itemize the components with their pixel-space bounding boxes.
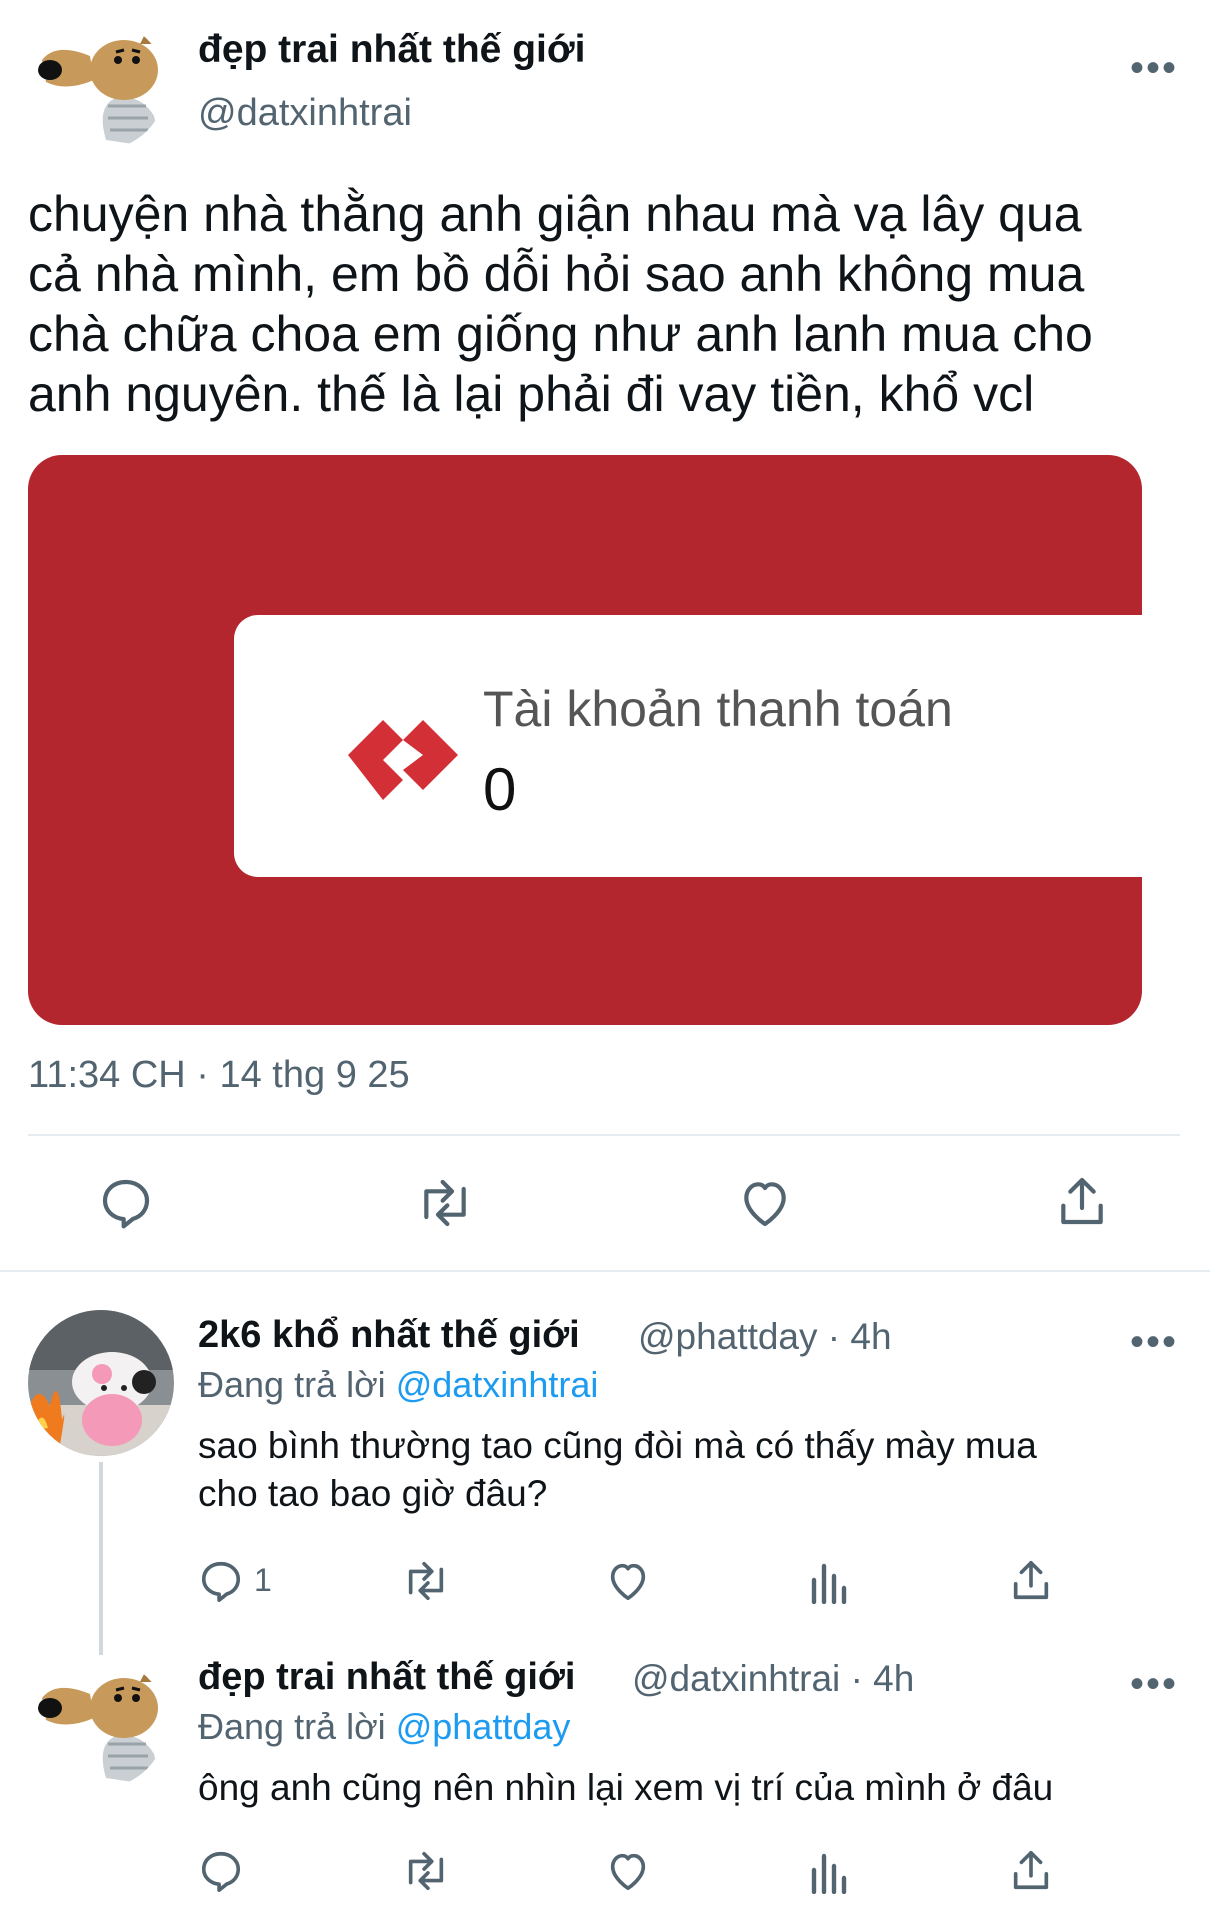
reply-display-name[interactable]: 2k6 khổ nhất thế giới bbox=[198, 1314, 580, 1357]
analytics-icon[interactable] bbox=[808, 1850, 848, 1894]
more-options-icon[interactable]: ••• bbox=[1130, 1664, 1178, 1704]
author-avatar[interactable] bbox=[36, 20, 166, 150]
more-options-icon[interactable]: ••• bbox=[1130, 1322, 1178, 1362]
retweet-icon[interactable] bbox=[414, 1175, 476, 1231]
replying-mention-link[interactable]: @phattday bbox=[396, 1706, 571, 1747]
divider bbox=[0, 1270, 1210, 1272]
tweet-text-line: cả nhà mình, em bồ dỗi hỏi sao anh không… bbox=[28, 246, 1085, 302]
reply-text-line: cho tao bao giờ đâu? bbox=[198, 1473, 548, 1514]
like-icon[interactable] bbox=[736, 1175, 794, 1231]
author-display-name[interactable]: đẹp trai nhất thế giới bbox=[198, 28, 585, 72]
replying-mention-link[interactable]: @datxinhtrai bbox=[396, 1364, 599, 1405]
like-icon[interactable] bbox=[604, 1848, 652, 1894]
reply-text: ông anh cũng nên nhìn lại xem vị trí của… bbox=[198, 1764, 1198, 1812]
divider bbox=[28, 1134, 1180, 1136]
tweet-media-image[interactable]: Tài khoản thanh toán 0 bbox=[28, 455, 1142, 1025]
thread-connector-line bbox=[99, 1462, 103, 1655]
reply-time: · 4h bbox=[827, 1316, 892, 1357]
like-icon[interactable] bbox=[604, 1558, 652, 1604]
reply-handle[interactable]: @datxinhtrai · 4h bbox=[632, 1658, 914, 1700]
reply-display-name[interactable]: đẹp trai nhất thế giới bbox=[198, 1656, 575, 1699]
tweet-text: chuyện nhà thằng anh giận nhau mà vạ lây… bbox=[28, 184, 1188, 424]
account-title: Tài khoản thanh toán bbox=[483, 681, 953, 737]
share-icon[interactable] bbox=[1008, 1556, 1054, 1604]
replying-label: Đang trả lời bbox=[198, 1364, 386, 1405]
reply-icon[interactable] bbox=[198, 1848, 244, 1894]
retweet-icon[interactable] bbox=[400, 1848, 452, 1894]
reply-time: · 4h bbox=[850, 1658, 915, 1699]
tweet-text-line: anh nguyên. thế là lại phải đi vay tiền,… bbox=[28, 366, 1035, 422]
tweet-timestamp[interactable]: 11:34 CH · 14 thg 9 25 bbox=[28, 1054, 410, 1097]
reply-handle-text[interactable]: @datxinhtrai bbox=[632, 1658, 840, 1699]
reply-icon[interactable] bbox=[198, 1558, 244, 1604]
bank-logo-icon bbox=[348, 720, 458, 800]
author-handle[interactable]: @datxinhtrai bbox=[198, 92, 412, 135]
replying-to: Đang trả lời @phattday bbox=[198, 1706, 570, 1748]
tweet-text-line: chà chữa choa em giống như anh lanh mua … bbox=[28, 306, 1093, 362]
reply-handle[interactable]: @phattday · 4h bbox=[638, 1316, 892, 1358]
reply-avatar[interactable] bbox=[28, 1310, 174, 1456]
reply-icon[interactable] bbox=[98, 1175, 154, 1231]
more-options-icon[interactable]: ••• bbox=[1130, 48, 1178, 88]
share-icon[interactable] bbox=[1054, 1172, 1110, 1230]
replying-to: Đang trả lời @datxinhtrai bbox=[198, 1364, 598, 1406]
reply-avatar[interactable] bbox=[36, 1658, 166, 1788]
reply-text-line: sao bình thường tao cũng đòi mà có thấy … bbox=[198, 1425, 1037, 1466]
reply-text-line: ông anh cũng nên nhìn lại xem vị trí của… bbox=[198, 1767, 1054, 1808]
replying-label: Đang trả lời bbox=[198, 1706, 386, 1747]
reply-count: 1 bbox=[254, 1562, 272, 1598]
reply-text: sao bình thường tao cũng đòi mà có thấy … bbox=[198, 1422, 1188, 1518]
reply-handle-text[interactable]: @phattday bbox=[638, 1316, 818, 1357]
retweet-icon[interactable] bbox=[400, 1558, 452, 1604]
share-icon[interactable] bbox=[1008, 1846, 1054, 1894]
tweet-text-line: chuyện nhà thằng anh giận nhau mà vạ lây… bbox=[28, 186, 1082, 242]
analytics-icon[interactable] bbox=[808, 1560, 848, 1604]
account-balance: 0 bbox=[483, 756, 517, 823]
